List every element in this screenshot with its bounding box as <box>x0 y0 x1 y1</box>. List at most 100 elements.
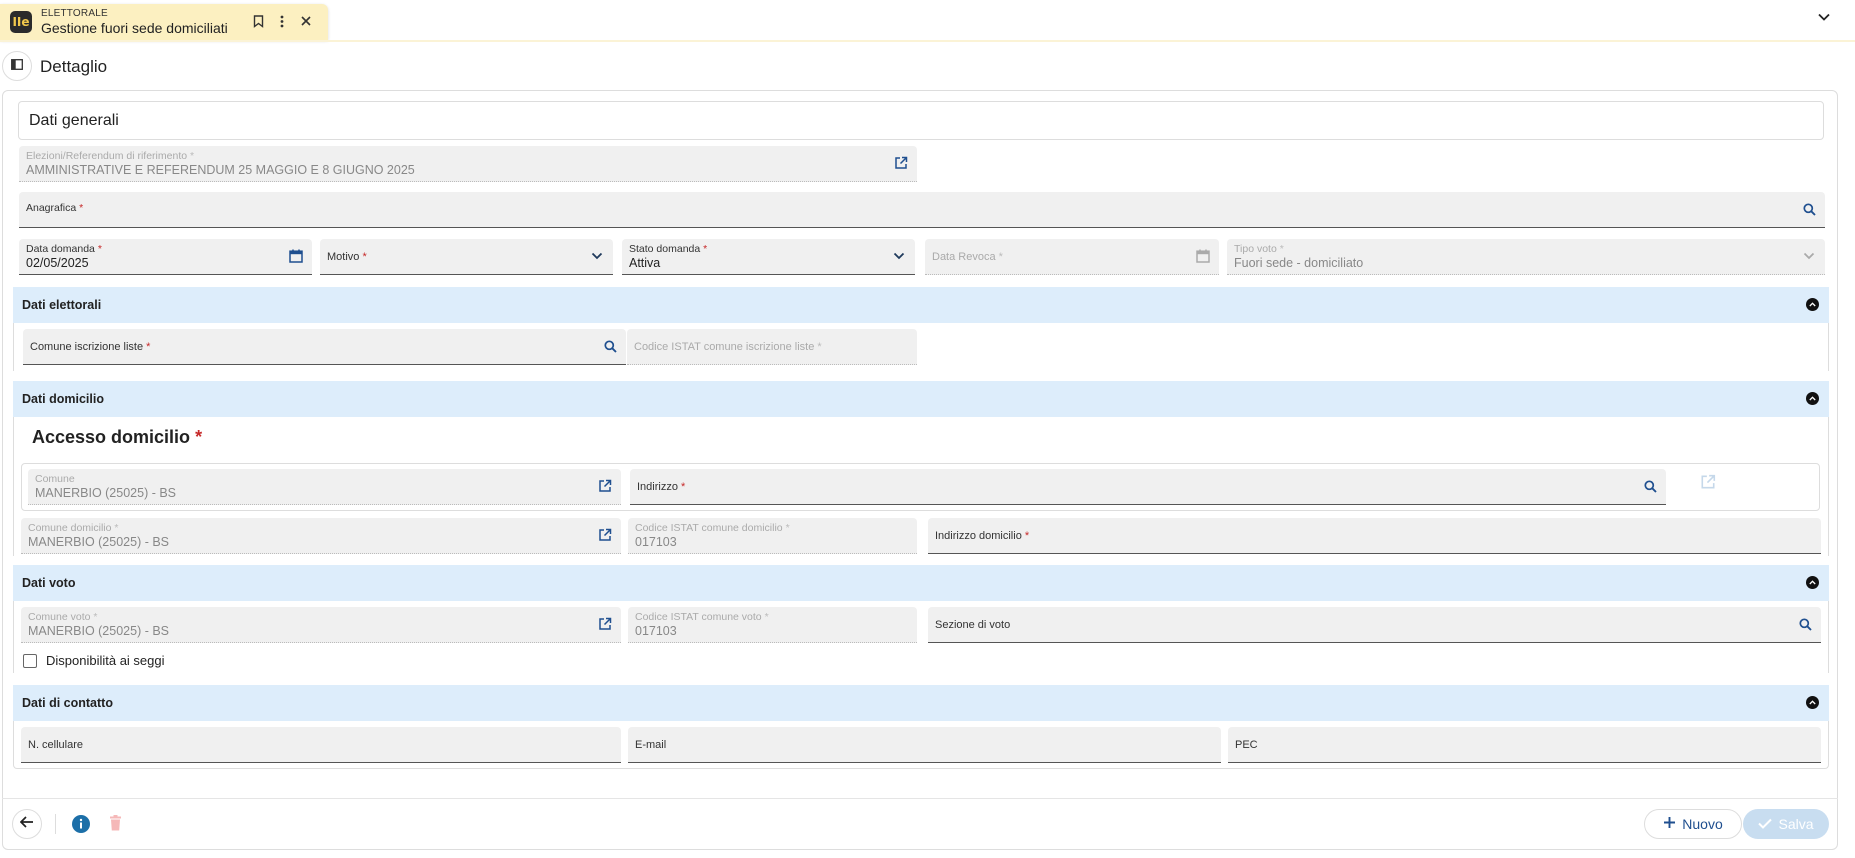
disponibilita-label: Disponibilità ai seggi <box>46 653 165 668</box>
collapse-icon[interactable] <box>1806 576 1819 589</box>
field-label: Sezione di voto <box>935 619 1011 631</box>
app-tab[interactable]: IIe ELETTORALE Gestione fuori sede domic… <box>0 4 328 40</box>
required-marker: * <box>681 481 686 493</box>
anagrafica-field[interactable]: Anagrafica * <box>19 192 1825 228</box>
open-in-new-icon <box>1700 474 1718 492</box>
field-value: 017103 <box>635 535 677 549</box>
stato-domanda-select[interactable]: Stato domanda * Attiva <box>622 239 915 275</box>
search-icon[interactable] <box>602 338 618 354</box>
section-header-dati-domicilio[interactable]: Dati domicilio <box>13 381 1829 417</box>
field-label: Data Revoca <box>932 251 996 263</box>
comune-iscrizione-field[interactable]: Comune iscrizione liste * <box>23 329 626 365</box>
field-label: Indirizzo <box>637 481 678 493</box>
required-marker: * <box>764 611 769 623</box>
new-button[interactable]: Nuovo <box>1644 809 1742 839</box>
pec-field[interactable]: PEC <box>1228 727 1821 763</box>
accesso-domicilio-group: Comune MANERBIO (25025) - BS Indirizzo * <box>21 463 1820 511</box>
field-value: Fuori sede - domiciliato <box>1234 256 1364 270</box>
tipo-voto-select: Tipo voto * Fuori sede - domiciliato <box>1227 239 1825 275</box>
section-header-dati-elettorali[interactable]: Dati elettorali <box>13 287 1829 323</box>
collapse-icon[interactable] <box>1806 298 1819 311</box>
section-title: Dati generali <box>29 112 119 129</box>
save-button-label: Salva <box>1778 816 1814 832</box>
check-icon <box>1758 816 1773 832</box>
section-body-dati-domicilio: Accesso domicilio * Comune MANERBIO (250… <box>13 417 1829 556</box>
field-label: Codice ISTAT comune iscrizione liste <box>634 341 815 353</box>
open-in-new-icon[interactable] <box>597 478 613 494</box>
bookmark-icon[interactable] <box>250 13 266 29</box>
field-label: Motivo <box>327 251 360 263</box>
field-label: Anagrafica <box>26 202 77 214</box>
collapse-icon[interactable] <box>1806 392 1819 405</box>
page-title: Dettaglio <box>40 57 108 76</box>
tab-divider <box>0 40 1855 42</box>
field-value: 017103 <box>635 624 677 638</box>
title-text: Accesso domicilio <box>32 427 191 447</box>
field-label: Comune domicilio <box>28 522 112 534</box>
search-icon[interactable] <box>1642 478 1658 494</box>
comune-voto-field: Comune voto * MANERBIO (25025) - BS <box>21 607 621 643</box>
field-label: Tipo voto <box>1234 243 1277 255</box>
field-value: MANERBIO (25025) - BS <box>35 486 177 500</box>
info-icon[interactable] <box>72 815 90 833</box>
required-marker: * <box>998 251 1003 263</box>
tab-bar: IIe ELETTORALE Gestione fuori sede domic… <box>0 0 1855 40</box>
field-value: 02/05/2025 <box>26 256 89 270</box>
new-button-label: Nuovo <box>1682 816 1723 832</box>
more-vert-icon[interactable] <box>274 13 290 29</box>
section-body-dati-voto: Comune voto * MANERBIO (25025) - BS Codi… <box>13 601 1829 673</box>
field-label: Stato domanda <box>629 243 701 255</box>
field-label: Codice ISTAT comune voto <box>635 611 762 623</box>
section-body-dati-contatto: N. cellulare E-mail PEC <box>13 721 1829 769</box>
sezione-voto-field[interactable]: Sezione di voto <box>928 607 1821 643</box>
panel-toggle-button[interactable] <box>2 51 32 81</box>
page-header: Dettaglio <box>0 50 1855 82</box>
codice-istat-iscrizione-field: Codice ISTAT comune iscrizione liste * <box>627 329 917 365</box>
calendar-icon <box>1195 248 1211 264</box>
open-in-new-icon[interactable] <box>597 527 613 543</box>
codice-istat-domicilio-field: Codice ISTAT comune domicilio * 017103 <box>628 518 917 554</box>
toolbar-divider <box>55 814 56 834</box>
collapse-icon[interactable] <box>1806 696 1819 709</box>
section-title: Dati domicilio <box>22 392 104 406</box>
required-marker: * <box>190 150 195 162</box>
motivo-select[interactable]: Motivo * <box>320 239 613 275</box>
field-label: Elezioni/Referendum di riferimento <box>26 150 188 162</box>
indirizzo-domicilio-field[interactable]: Indirizzo domicilio * <box>928 518 1821 554</box>
field-value: Attiva <box>629 256 661 270</box>
back-button[interactable] <box>12 809 42 839</box>
data-domanda-field[interactable]: Data domanda * 02/05/2025 <box>19 239 312 275</box>
search-icon[interactable] <box>1801 201 1817 217</box>
section-title: Dati voto <box>22 576 76 590</box>
calendar-icon[interactable] <box>288 248 304 264</box>
section-header-dati-contatto[interactable]: Dati di contatto <box>13 685 1829 721</box>
search-icon[interactable] <box>1797 616 1813 632</box>
required-marker: * <box>362 251 367 263</box>
required-marker: * <box>97 243 102 255</box>
open-in-new-icon[interactable] <box>893 155 909 171</box>
required-marker: * <box>114 522 119 534</box>
cellulare-field[interactable]: N. cellulare <box>21 727 621 763</box>
field-label: PEC <box>1235 739 1258 751</box>
chevron-down-icon[interactable] <box>1817 10 1833 26</box>
indirizzo-field[interactable]: Indirizzo * <box>630 469 1666 505</box>
section-title: Dati di contatto <box>22 696 113 710</box>
chevron-down-icon[interactable] <box>589 248 605 264</box>
email-field[interactable]: E-mail <box>628 727 1221 763</box>
disponibilita-checkbox[interactable] <box>23 654 37 668</box>
open-in-new-icon[interactable] <box>597 616 613 632</box>
required-marker: * <box>195 427 203 447</box>
tab-title: Gestione fuori sede domiciliati <box>41 20 228 36</box>
save-button[interactable]: Salva <box>1743 809 1829 839</box>
chevron-down-icon[interactable] <box>891 248 907 264</box>
section-header-dati-generali: Dati generali <box>18 101 1824 140</box>
tab-category: ELETTORALE <box>41 8 108 19</box>
section-header-dati-voto[interactable]: Dati voto <box>13 565 1829 601</box>
detail-panel: Dati generali Elezioni/Referendum di rif… <box>2 90 1838 850</box>
panel-toggle-icon <box>11 57 23 75</box>
required-marker: * <box>703 243 708 255</box>
field-label: N. cellulare <box>28 739 84 751</box>
codice-istat-voto-field: Codice ISTAT comune voto * 017103 <box>628 607 917 643</box>
close-icon[interactable] <box>298 13 314 29</box>
required-marker: * <box>1024 530 1030 542</box>
